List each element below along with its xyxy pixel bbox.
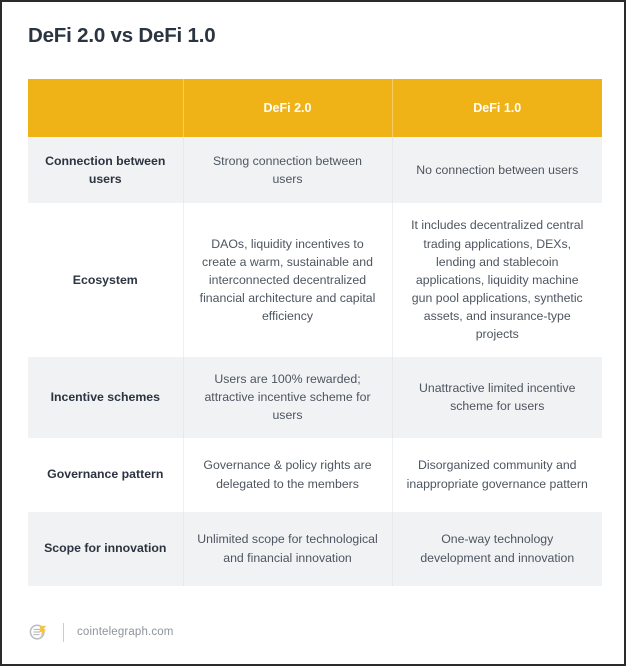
cell-defi2: DAOs, liquidity incentives to create a w… (183, 203, 393, 357)
cointelegraph-logo-icon (28, 621, 50, 643)
cell-defi1: Disorganized community and inappropriate… (392, 437, 602, 512)
row-label: Incentive schemes (28, 357, 184, 438)
cell-defi2: Strong connection between users (183, 137, 393, 203)
table-row: Ecosystem DAOs, liquidity incentives to … (28, 203, 602, 357)
cell-defi2: Users are 100% rewarded; attractive ince… (183, 357, 393, 438)
table-header-row: DeFi 2.0 DeFi 1.0 (28, 79, 602, 137)
page-title: DeFi 2.0 vs DeFi 1.0 (28, 24, 216, 47)
table-row: Connection between users Strong connecti… (28, 137, 602, 203)
cell-defi1: Unattractive limited incentive scheme fo… (392, 357, 602, 438)
comparison-table: DeFi 2.0 DeFi 1.0 Connection between use… (28, 79, 602, 586)
cell-defi1: It includes decentralized central tradin… (392, 203, 602, 357)
row-label: Governance pattern (28, 437, 184, 512)
cell-defi1: One-way technology development and innov… (392, 511, 602, 586)
table-row: Scope for innovation Unlimited scope for… (28, 511, 602, 586)
footer-site-label: cointelegraph.com (77, 626, 174, 638)
column-header-blank (28, 79, 184, 137)
footer: cointelegraph.com (28, 621, 174, 643)
table-row: Governance pattern Governance & policy r… (28, 437, 602, 512)
row-label: Ecosystem (28, 203, 184, 357)
column-header-defi2: DeFi 2.0 (183, 79, 393, 137)
footer-divider (63, 622, 64, 642)
table-row: Incentive schemes Users are 100% rewarde… (28, 357, 602, 438)
row-label: Scope for innovation (28, 511, 184, 586)
row-label: Connection between users (28, 137, 184, 203)
column-header-defi1: DeFi 1.0 (392, 79, 602, 137)
cell-defi1: No connection between users (392, 137, 602, 203)
cell-defi2: Unlimited scope for technological and fi… (183, 511, 393, 586)
cell-defi2: Governance & policy rights are delegated… (183, 437, 393, 512)
infographic-page: DeFi 2.0 vs DeFi 1.0 DeFi 2.0 DeFi 1.0 C… (0, 0, 626, 666)
